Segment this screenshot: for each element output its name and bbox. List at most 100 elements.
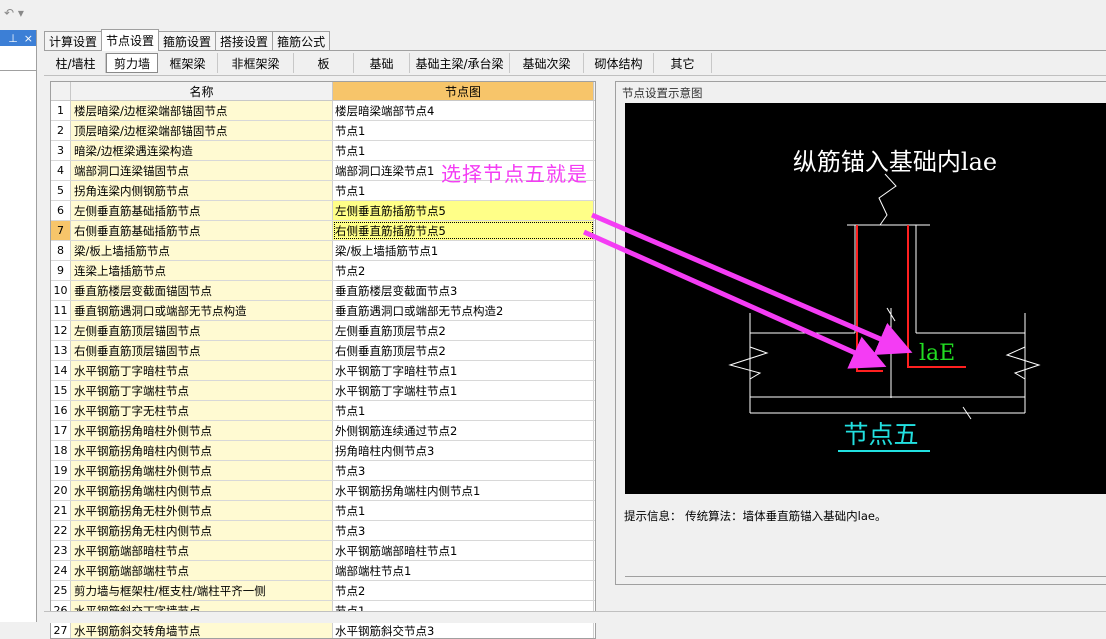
table-row[interactable]: 12 左侧垂直筋顶层锚固节点 左侧垂直筋顶层节点2 <box>51 321 595 341</box>
tab-5[interactable]: 箍筋公式 <box>272 31 331 51</box>
header-name: 名称 <box>71 82 333 100</box>
row-node-value[interactable]: 左侧垂直筋插筋节点5 <box>333 201 594 220</box>
row-node-value[interactable]: 节点2 <box>333 581 594 600</box>
row-node-value[interactable]: 拐角暗柱内侧节点3 <box>333 441 594 460</box>
row-name: 水平钢筋拐角无柱内侧节点 <box>71 521 333 540</box>
row-node-value[interactable]: 右侧垂直筋插筋节点5 <box>333 221 594 240</box>
horizontal-scrollbar[interactable] <box>44 611 1106 623</box>
row-name: 水平钢筋拐角端柱内侧节点 <box>71 481 333 500</box>
row-node-value[interactable]: 节点1 <box>333 501 594 520</box>
row-index: 23 <box>51 541 71 560</box>
table-row[interactable]: 10 垂直筋楼层变截面锚固节点 垂直筋楼层变截面节点3 <box>51 281 595 301</box>
subtab-3[interactable]: 框架梁 <box>158 53 218 73</box>
row-index: 22 <box>51 521 71 540</box>
row-index: 15 <box>51 381 71 400</box>
row-node-value[interactable]: 楼层暗梁端部节点4 <box>333 101 594 120</box>
row-node-value[interactable]: 左侧垂直筋顶层节点2 <box>333 321 594 340</box>
table-row[interactable]: 16 水平钢筋丁字无柱节点 节点1 <box>51 401 595 421</box>
subtab-4[interactable]: 非框架梁 <box>218 53 294 73</box>
row-node-value[interactable]: 右侧垂直筋顶层节点2 <box>333 341 594 360</box>
tab-3[interactable]: 箍筋设置 <box>158 31 217 51</box>
table-row[interactable]: 1 楼层暗梁/边框梁端部锚固节点 楼层暗梁端部节点4 <box>51 101 595 121</box>
row-name: 端部洞口连梁锚固节点 <box>71 161 333 180</box>
quick-access-arrow-icon[interactable]: ↶ ▾ <box>4 6 24 20</box>
row-node-value[interactable]: 垂直筋遇洞口或端部无节点构造2 <box>333 301 594 320</box>
row-name: 右侧垂直筋基础插筋节点 <box>71 221 333 240</box>
table-row[interactable]: 17 水平钢筋拐角暗柱外侧节点 外侧钢筋连续通过节点2 <box>51 421 595 441</box>
subtab-10[interactable]: 其它 <box>654 53 712 73</box>
preview-title: 节点设置示意图 <box>622 86 703 100</box>
row-node-value[interactable]: 端部端柱节点1 <box>333 561 594 580</box>
row-index: 12 <box>51 321 71 340</box>
subtab-9[interactable]: 砌体结构 <box>584 53 654 73</box>
row-node-value[interactable]: 节点1 <box>333 401 594 420</box>
row-node-value[interactable]: 垂直筋楼层变截面节点3 <box>333 281 594 300</box>
table-row[interactable]: 6 左侧垂直筋基础插筋节点 左侧垂直筋插筋节点5 <box>51 201 595 221</box>
row-node-value[interactable]: 水平钢筋斜交节点3 <box>333 621 594 638</box>
subtab-5[interactable]: 板 <box>294 53 354 73</box>
table-row[interactable]: 21 水平钢筋拐角无柱外侧节点 节点1 <box>51 501 595 521</box>
subtab-6[interactable]: 基础 <box>354 53 410 73</box>
node-diagram: 纵筋锚入基础内lae laE 节点五 <box>728 148 1041 452</box>
title-strip: ↶ ▾ <box>0 0 1106 30</box>
close-icon[interactable]: × <box>24 32 33 45</box>
table-row[interactable]: 14 水平钢筋丁字暗柱节点 水平钢筋丁字暗柱节点1 <box>51 361 595 381</box>
row-name: 水平钢筋拐角端柱外侧节点 <box>71 461 333 480</box>
table-row[interactable]: 7 右侧垂直筋基础插筋节点 右侧垂直筋插筋节点5 <box>51 221 595 241</box>
row-name: 左侧垂直筋顶层锚固节点 <box>71 321 333 340</box>
row-name: 水平钢筋斜交转角墙节点 <box>71 621 333 638</box>
row-index: 3 <box>51 141 71 160</box>
node-preview-panel: 节点设置示意图 纵筋锚入基础内lae laE 节点五 提示信息： 传统算法：墙体… <box>615 81 1106 585</box>
table-row[interactable]: 23 水平钢筋端部暗柱节点 水平钢筋端部暗柱节点1 <box>51 541 595 561</box>
table-row[interactable]: 15 水平钢筋丁字端柱节点 水平钢筋丁字端柱节点1 <box>51 381 595 401</box>
row-node-value[interactable]: 水平钢筋端部暗柱节点1 <box>333 541 594 560</box>
row-name: 垂直筋楼层变截面锚固节点 <box>71 281 333 300</box>
subtab-2[interactable]: 剪力墙 <box>106 53 158 73</box>
table-row[interactable]: 24 水平钢筋端部端柱节点 端部端柱节点1 <box>51 561 595 581</box>
header-node: 节点图 <box>333 82 594 100</box>
tab-1[interactable]: 计算设置 <box>44 31 103 51</box>
row-index: 10 <box>51 281 71 300</box>
hint-label: 提示信息： <box>624 509 682 523</box>
row-name: 水平钢筋丁字暗柱节点 <box>71 361 333 380</box>
table-row[interactable]: 13 右侧垂直筋顶层锚固节点 右侧垂直筋顶层节点2 <box>51 341 595 361</box>
table-row[interactable]: 18 水平钢筋拐角暗柱内侧节点 拐角暗柱内侧节点3 <box>51 441 595 461</box>
table-row[interactable]: 9 连梁上墙插筋节点 节点2 <box>51 261 595 281</box>
dock-header: ⊥ × <box>0 30 36 46</box>
table-row[interactable]: 25 剪力墙与框架柱/框支柱/端柱平齐一侧 节点2 <box>51 581 595 601</box>
subtab-7[interactable]: 基础主梁/承台梁 <box>410 53 510 73</box>
row-node-value[interactable]: 外侧钢筋连续通过节点2 <box>333 421 594 440</box>
row-index: 27 <box>51 621 71 638</box>
table-row[interactable]: 2 顶层暗梁/边框梁端部锚固节点 节点1 <box>51 121 595 141</box>
table-row[interactable]: 20 水平钢筋拐角端柱内侧节点 水平钢筋拐角端柱内侧节点1 <box>51 481 595 501</box>
row-node-value[interactable]: 水平钢筋丁字端柱节点1 <box>333 381 594 400</box>
row-name: 水平钢筋端部暗柱节点 <box>71 541 333 560</box>
subtab-1[interactable]: 柱/墙柱 <box>46 53 106 73</box>
table-row[interactable]: 8 梁/板上墙插筋节点 梁/板上墙插筋节点1 <box>51 241 595 261</box>
table-row[interactable]: 22 水平钢筋拐角无柱内侧节点 节点3 <box>51 521 595 541</box>
tab-2[interactable]: 节点设置 <box>101 29 160 51</box>
settings-main: 计算设置 节点设置 箍筋设置 搭接设置 箍筋公式 柱/墙柱 剪力墙 框架梁 非框架梁板基础 基础… <box>44 29 1106 639</box>
row-index: 11 <box>51 301 71 320</box>
row-node-value[interactable]: 节点1 <box>333 121 594 140</box>
dock-divider <box>0 70 36 71</box>
row-node-value[interactable]: 水平钢筋丁字暗柱节点1 <box>333 361 594 380</box>
pin-icon[interactable]: ⊥ <box>8 32 18 45</box>
table-row[interactable]: 19 水平钢筋拐角端柱外侧节点 节点3 <box>51 461 595 481</box>
table-row[interactable]: 11 垂直钢筋遇洞口或端部无节点构造 垂直筋遇洞口或端部无节点构造2 <box>51 301 595 321</box>
row-node-value[interactable]: 节点2 <box>333 261 594 280</box>
row-name: 顶层暗梁/边框梁端部锚固节点 <box>71 121 333 140</box>
row-index: 14 <box>51 361 71 380</box>
row-name: 垂直钢筋遇洞口或端部无节点构造 <box>71 301 333 320</box>
row-index: 20 <box>51 481 71 500</box>
row-node-value[interactable]: 水平钢筋拐角端柱内侧节点1 <box>333 481 594 500</box>
row-name: 楼层暗梁/边框梁端部锚固节点 <box>71 101 333 120</box>
table-row[interactable]: 27 水平钢筋斜交转角墙节点 水平钢筋斜交节点3 <box>51 621 595 638</box>
secondary-tabs: 柱/墙柱 剪力墙 框架梁 非框架梁板基础 基础主梁/承台梁 基础次梁 砌体结构 其它 <box>46 52 712 74</box>
row-node-value[interactable]: 节点3 <box>333 521 594 540</box>
subtab-8[interactable]: 基础次梁 <box>510 53 584 73</box>
row-node-value[interactable]: 节点3 <box>333 461 594 480</box>
row-name: 右侧垂直筋顶层锚固节点 <box>71 341 333 360</box>
row-node-value[interactable]: 梁/板上墙插筋节点1 <box>333 241 594 260</box>
tab-4[interactable]: 搭接设置 <box>215 31 274 51</box>
